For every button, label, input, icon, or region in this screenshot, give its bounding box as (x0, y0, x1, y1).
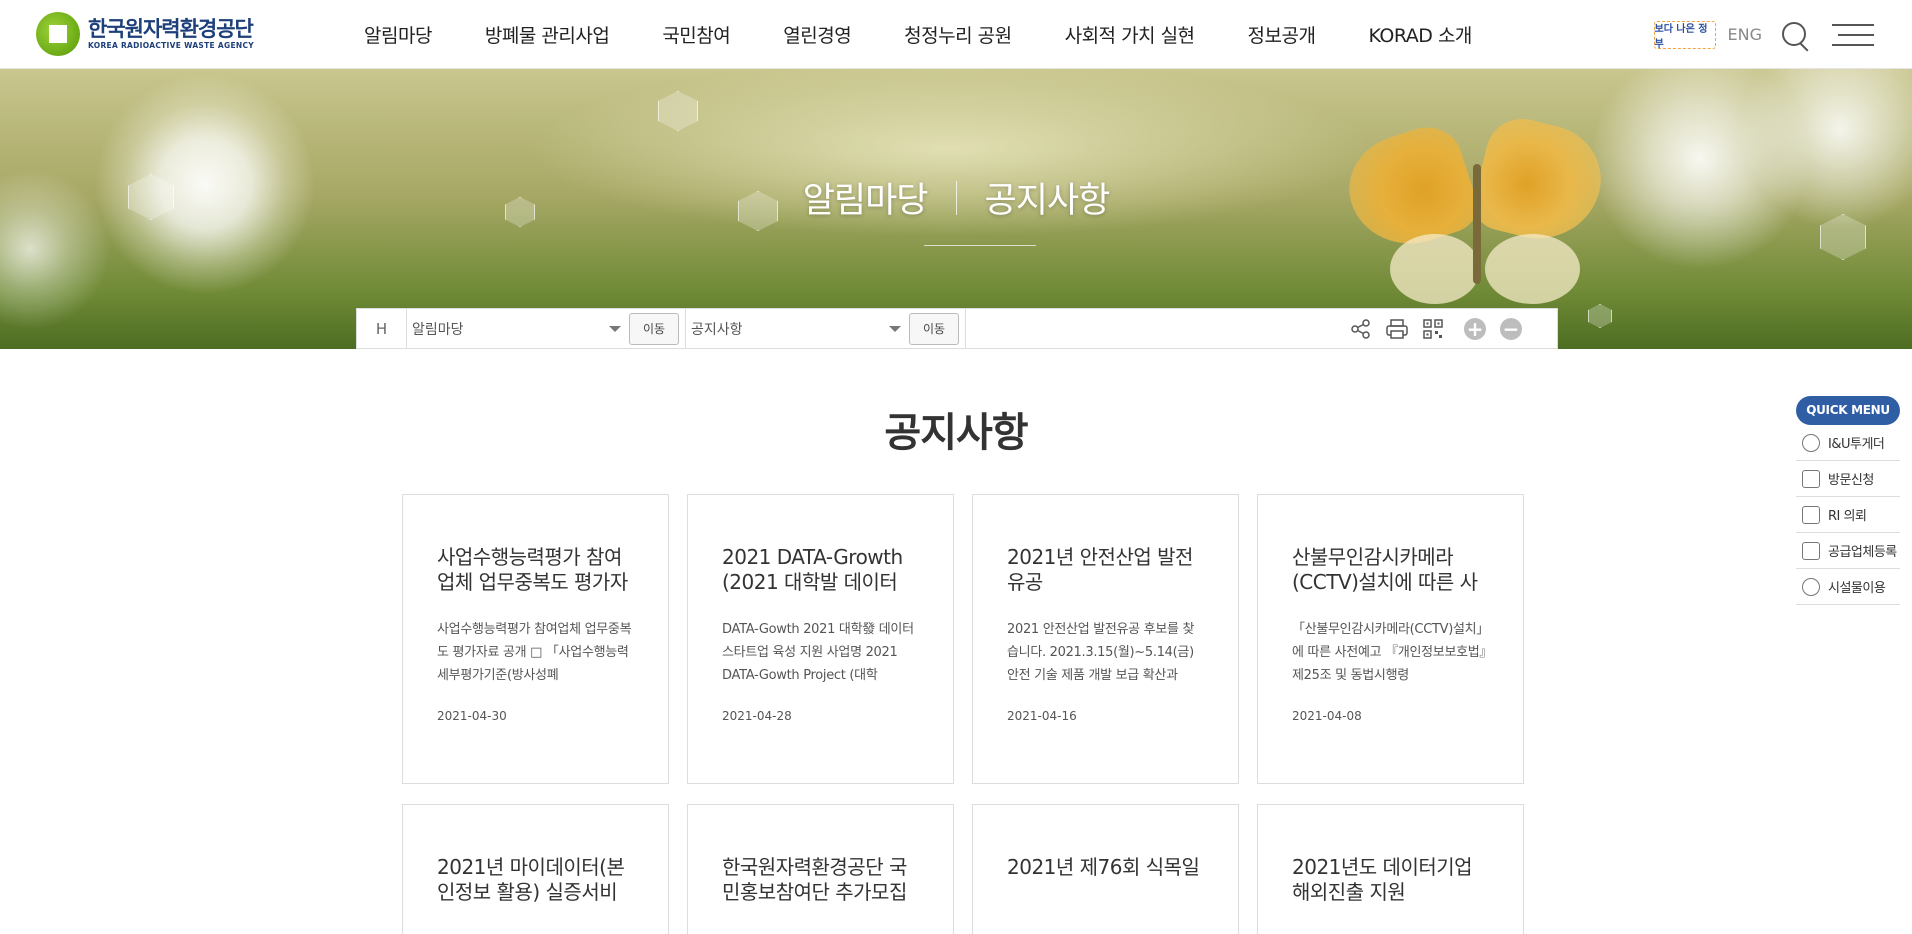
quick-item-supplier[interactable]: 공급업체등록 (1796, 533, 1900, 569)
notice-card[interactable]: 산불무인감시카메라 (CCTV)설치에 따른 사전 「산불무인감시카메라(CCT… (1257, 494, 1524, 784)
nav-item-waste-management[interactable]: 방폐물 관리사업 (485, 21, 610, 48)
nav-item-park[interactable]: 청정누리 공원 (904, 21, 1012, 48)
location-bar: H 알림마당 이동 공지사항 이동 + − (356, 308, 1558, 349)
card-date: 2021-04-08 (1292, 709, 1362, 723)
logo-text: 한국원자력환경공단 KOREA RADIOACTIVE WASTE AGENCY (88, 17, 254, 51)
logo-name-ko: 한국원자력환경공단 (88, 17, 254, 41)
hero-title: 알림마당 공지사항 (0, 172, 1912, 223)
quick-item-facility[interactable]: 시설물이용 (1796, 569, 1900, 605)
card-title: 2021년 마이데이터(본인정보 활용) 실증서비스 (437, 855, 625, 904)
card-title: 사업수행능력평가 참여 업체 업무중복도 평가자 (437, 545, 628, 594)
nav-item-social-value[interactable]: 사회적 가치 실현 (1065, 21, 1195, 48)
site-logo[interactable]: 한국원자력환경공단 KOREA RADIOACTIVE WASTE AGENCY (36, 10, 254, 58)
card-title: 2021 DATA-Growth (2021 대학발 데이터 스 (722, 545, 903, 594)
home-button[interactable]: H (357, 309, 407, 348)
print-icon[interactable] (1385, 317, 1409, 341)
depth2-select-value: 공지사항 (691, 321, 743, 338)
main-navigation: 알림마당 방폐물 관리사업 국민참여 열린경영 청정누리 공원 사회적 가치 실… (364, 0, 1472, 69)
search-icon (1802, 577, 1820, 596)
card-title: 2021년도 데이터기업 해외진출 지원 (1292, 855, 1473, 904)
zoom-in-icon[interactable]: + (1463, 317, 1487, 341)
quick-item-iu-together[interactable]: I&U투게더 (1796, 425, 1900, 461)
quick-item-visit[interactable]: 방문신청 (1796, 461, 1900, 497)
utility-menu: 보다 나은 정부 ENG (1653, 0, 1874, 69)
hero-divider (955, 180, 957, 215)
card-date: 2021-04-16 (1007, 709, 1077, 723)
chevron-down-icon (889, 326, 901, 332)
logo-name-en: KOREA RADIOACTIVE WASTE AGENCY (88, 41, 254, 50)
card-title: 산불무인감시카메라 (CCTV)설치에 따른 사전 (1292, 545, 1478, 594)
hero-underline (924, 245, 1036, 246)
notice-card[interactable]: 2021 DATA-Growth (2021 대학발 데이터 스 DATA-Go… (687, 494, 954, 784)
card-summary: 2021 안전산업 발전유공 후보를 찾습니다. 2021.3.15(월)~5.… (1007, 622, 1195, 683)
lightbulb-icon (1802, 433, 1820, 452)
hero-page-name: 공지사항 (984, 181, 1111, 221)
english-link[interactable]: ENG (1728, 25, 1762, 44)
quick-menu-title: QUICK MENU (1796, 396, 1900, 425)
chevron-down-icon (609, 326, 621, 332)
card-summary: DATA-Gowth 2021 대학發 데이터 스타트업 육성 지원 사업명 2… (722, 622, 914, 683)
qr-code-icon[interactable] (1421, 317, 1445, 341)
quick-menu: QUICK MENU I&U투게더 방문신청 RI 의뢰 공급업체등록 시설물이… (1796, 396, 1900, 605)
zoom-out-icon[interactable]: − (1499, 317, 1523, 341)
notice-card[interactable]: 2021년 제76회 식목일 (972, 804, 1239, 934)
search-icon[interactable] (1780, 20, 1810, 50)
share-icon[interactable] (1349, 317, 1373, 341)
card-title: 2021년 안전산업 발전 유공 (1007, 545, 1193, 594)
hero-banner: 알림마당 공지사항 (0, 69, 1912, 349)
hero-section-name: 알림마당 (802, 181, 929, 221)
notice-card[interactable]: 2021년 안전산업 발전 유공 2021 안전산업 발전유공 후보를 찾습니다… (972, 494, 1239, 784)
government-logo[interactable]: 보다 나은 정부 (1653, 20, 1716, 50)
card-title: 한국원자력환경공단 국민홍보참여단 추가모집 (722, 855, 907, 904)
hexagon-decoration (658, 91, 698, 131)
nav-item-open-management[interactable]: 열린경영 (783, 21, 851, 48)
nav-item-participation[interactable]: 국민참여 (662, 21, 730, 48)
quick-item-label: 시설물이용 (1828, 581, 1886, 596)
notice-card[interactable]: 2021년 마이데이터(본인정보 활용) 실증서비스 (402, 804, 669, 934)
hexagon-decoration (1588, 304, 1612, 328)
notice-card[interactable]: 사업수행능력평가 참여 업체 업무중복도 평가자 사업수행능력평가 참여업체 업… (402, 494, 669, 784)
depth1-go-button[interactable]: 이동 (629, 312, 679, 345)
edit-icon (1802, 469, 1820, 488)
quick-item-label: RI 의뢰 (1828, 509, 1867, 524)
quick-item-label: I&U투게더 (1828, 437, 1885, 452)
page-tools: + − (1337, 309, 1523, 348)
card-title: 2021년 제76회 식목일 (1007, 855, 1200, 879)
card-summary: 「산불무인감시카메라(CCTV)설치」에 따른 사전예고 『개인정보보호법』제2… (1292, 622, 1489, 683)
hamburger-menu-icon[interactable] (1832, 23, 1874, 46)
quick-item-label: 공급업체등록 (1828, 545, 1897, 560)
card-summary: 사업수행능력평가 참여업체 업무중복도 평가자료 공개 □ 「사업수행능력 세부… (437, 622, 632, 683)
notice-card[interactable]: 2021년도 데이터기업 해외진출 지원 (1257, 804, 1524, 934)
site-header: 한국원자력환경공단 KOREA RADIOACTIVE WASTE AGENCY… (0, 0, 1912, 69)
notice-card[interactable]: 한국원자력환경공단 국민홍보참여단 추가모집 (687, 804, 954, 934)
nav-item-about[interactable]: KORAD 소개 (1368, 21, 1472, 48)
depth1-select[interactable]: 알림마당 (407, 309, 629, 348)
quick-item-label: 방문신청 (1828, 473, 1874, 488)
document-icon (1802, 541, 1820, 560)
flask-icon (1802, 505, 1820, 524)
nav-item-information[interactable]: 정보공개 (1248, 21, 1316, 48)
page-title: 공지사항 (884, 410, 1028, 456)
card-date: 2021-04-30 (437, 709, 507, 723)
logo-mark-icon (36, 12, 80, 56)
depth2-go-button[interactable]: 이동 (909, 312, 959, 345)
quick-item-ri-request[interactable]: RI 의뢰 (1796, 497, 1900, 533)
depth2-select[interactable]: 공지사항 (685, 309, 909, 348)
depth1-select-value: 알림마당 (412, 321, 464, 338)
card-date: 2021-04-28 (722, 709, 792, 723)
nav-item-notice[interactable]: 알림마당 (364, 21, 432, 48)
location-divider (965, 309, 966, 348)
